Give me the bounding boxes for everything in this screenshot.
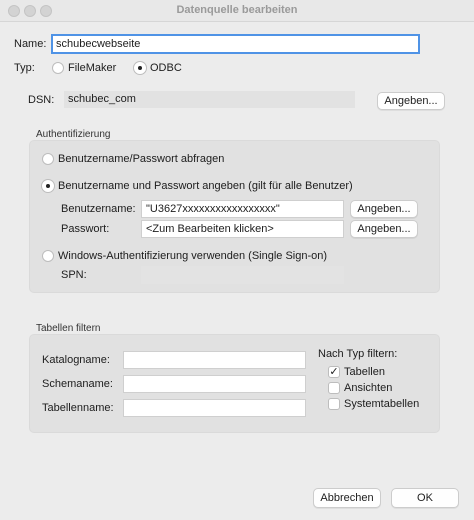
password-label: Passwort:	[61, 223, 110, 235]
spn-label: SPN:	[61, 269, 87, 281]
ok-button[interactable]: OK	[391, 488, 459, 508]
username-specify-button[interactable]: Angeben...	[350, 200, 418, 218]
schema-input[interactable]	[123, 375, 306, 393]
username-label: Benutzername:	[61, 203, 136, 215]
catalog-label: Katalogname:	[42, 354, 110, 366]
dsn-label: DSN:	[28, 94, 55, 106]
name-label: Name:	[14, 38, 47, 50]
auth-specify-radio[interactable]	[42, 180, 54, 192]
spn-input[interactable]	[141, 266, 344, 284]
username-input[interactable]: "U3627xxxxxxxxxxxxxxxxx"	[141, 200, 344, 218]
auth-group-title: Authentifizierung	[36, 129, 111, 140]
password-specify-button[interactable]: Angeben...	[350, 220, 418, 238]
table-input[interactable]	[123, 399, 306, 417]
checkmark-icon: ✓	[329, 366, 339, 378]
typ-odbc-radio[interactable]	[134, 62, 146, 74]
type-filter-label: Nach Typ filtern:	[318, 348, 398, 360]
auth-group: Benutzername/Passwort abfragen Benutzern…	[29, 140, 440, 293]
auth-prompt-label[interactable]: Benutzername/Passwort abfragen	[58, 153, 224, 165]
auth-prompt-radio[interactable]	[42, 153, 54, 165]
auth-windows-radio[interactable]	[42, 250, 54, 262]
type-views-checkbox[interactable]	[328, 382, 340, 394]
filter-group-title: Tabellen filtern	[36, 323, 101, 334]
name-input[interactable]: schubecwebseite	[51, 34, 420, 54]
password-input[interactable]: <Zum Bearbeiten klicken>	[141, 220, 344, 238]
window-title: Datenquelle bearbeiten	[176, 4, 298, 16]
filter-group: Katalogname: Schemaname: Tabellenname: N…	[29, 334, 440, 433]
type-tables-checkbox[interactable]: ✓	[328, 366, 340, 378]
typ-filemaker-label[interactable]: FileMaker	[68, 62, 116, 74]
title-bar: Datenquelle bearbeiten	[0, 0, 474, 22]
typ-label: Typ:	[14, 62, 35, 74]
catalog-input[interactable]	[123, 351, 306, 369]
schema-label: Schemaname:	[42, 378, 113, 390]
cancel-button[interactable]: Abbrechen	[313, 488, 381, 508]
dsn-specify-button[interactable]: Angeben...	[377, 92, 445, 110]
type-tables-label[interactable]: Tabellen	[344, 366, 385, 378]
dialog-window: Datenquelle bearbeiten Name: schubecwebs…	[0, 0, 474, 520]
auth-specify-label[interactable]: Benutzername und Passwort angeben (gilt …	[58, 180, 353, 192]
table-label: Tabellenname:	[42, 402, 114, 414]
dsn-value: schubec_com	[64, 91, 355, 108]
typ-odbc-label[interactable]: ODBC	[150, 62, 182, 74]
auth-windows-label[interactable]: Windows-Authentifizierung verwenden (Sin…	[58, 250, 327, 262]
type-system-tables-checkbox[interactable]	[328, 398, 340, 410]
typ-filemaker-radio[interactable]	[52, 62, 64, 74]
type-views-label[interactable]: Ansichten	[344, 382, 392, 394]
type-system-tables-label[interactable]: Systemtabellen	[344, 398, 419, 410]
